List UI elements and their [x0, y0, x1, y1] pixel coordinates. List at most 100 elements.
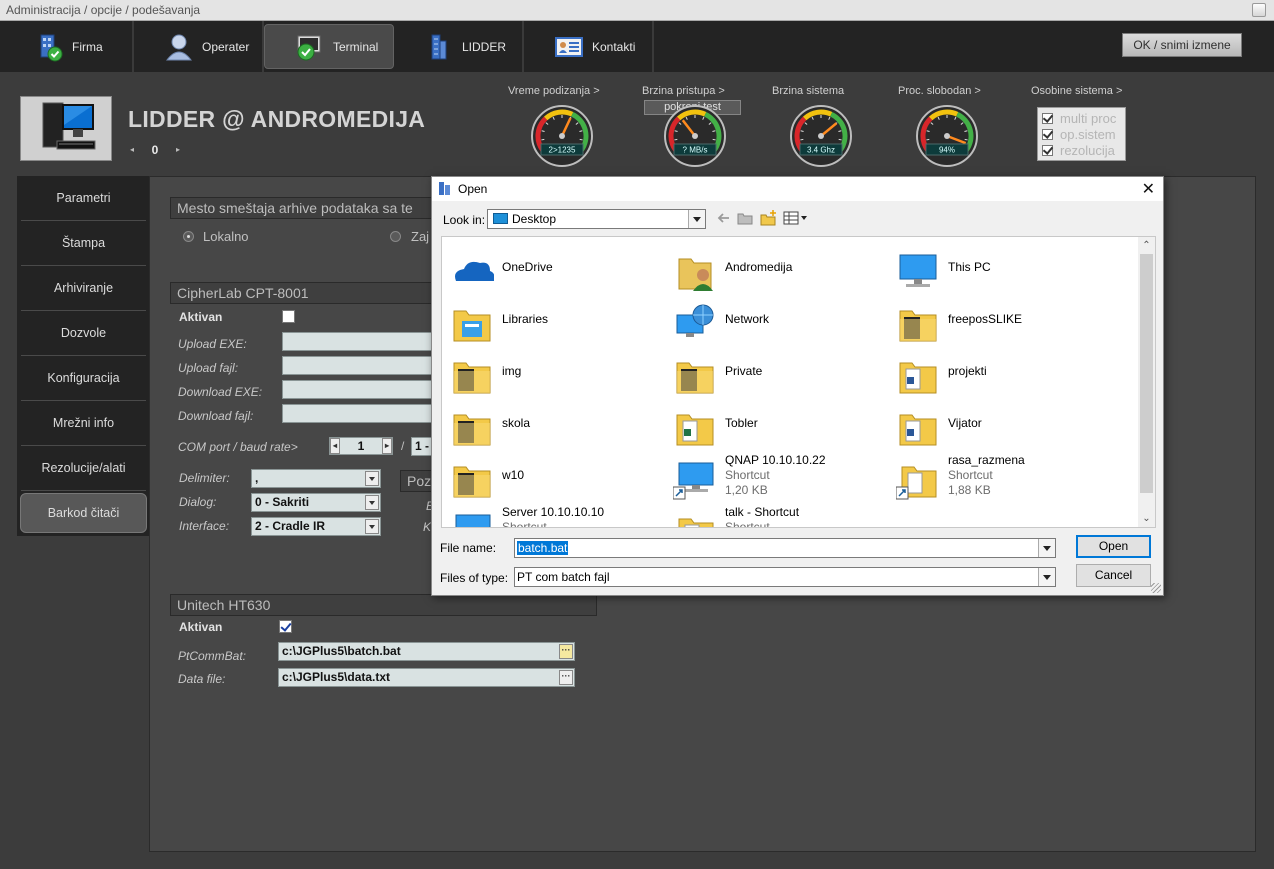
counter-stepper[interactable]: ◂ 0 ▸: [130, 142, 180, 157]
gauge-label-free[interactable]: Proc. slobodan >: [898, 85, 981, 97]
download-file-input[interactable]: [282, 404, 432, 423]
user-folder-icon: [678, 258, 713, 291]
file-list-item[interactable]: Libraries: [446, 295, 666, 347]
file-list-item[interactable]: QNAP 10.10.10.22 Shortcut 1,20 KB: [669, 451, 889, 503]
file-list: OneDrive Andromedija This PC Libraries Netwo…: [441, 236, 1156, 528]
chevron-down-icon[interactable]: [1038, 539, 1055, 557]
look-in-select[interactable]: Desktop: [487, 209, 706, 229]
baud-rate-select[interactable]: 1 -: [411, 437, 433, 456]
gauge-label-uptime[interactable]: Vreme podizanja >: [508, 85, 600, 97]
scrollbar-thumb[interactable]: [1140, 254, 1153, 493]
com-port-dec-icon[interactable]: ◂: [330, 438, 340, 454]
scroll-down-icon[interactable]: ⌄: [1138, 510, 1155, 527]
unitech-aktivan-checkbox[interactable]: [279, 620, 292, 633]
checkbox-icon: [1042, 144, 1053, 156]
file-list-item[interactable]: img: [446, 347, 666, 399]
radio-shared[interactable]: [390, 231, 401, 242]
window-control-button[interactable]: [1252, 3, 1266, 17]
sidemenu-item-mrezni-info[interactable]: Mrežni info: [21, 401, 146, 446]
sidemenu-item-arhiviranje[interactable]: Arhiviranje: [21, 266, 146, 311]
gauge-label-access[interactable]: Brzina pristupa >: [642, 85, 725, 97]
sysprops-list: multi proc op.sistem rezolucija: [1037, 107, 1126, 161]
com-port-stepper[interactable]: ◂ 1 ▸: [329, 437, 393, 455]
upload-exe-input[interactable]: [282, 332, 432, 351]
file-list-item[interactable]: Server 10.10.10.10 Shortcut: [446, 503, 666, 527]
ptcommbat-input[interactable]: c:\JGPlus5\batch.bat ···: [278, 642, 575, 661]
sysprop-resolution: rezolucija: [1042, 142, 1121, 158]
tab-operater[interactable]: Operater: [134, 21, 264, 72]
ok-save-button[interactable]: OK / snimi izmene: [1122, 33, 1242, 57]
file-list-item[interactable]: Private: [669, 347, 889, 399]
file-list-item[interactable]: OneDrive: [446, 243, 666, 295]
com-port-label: COM port / baud rate>: [178, 440, 298, 454]
gauge-tick: [712, 138, 716, 141]
file-list-item[interactable]: skola: [446, 399, 666, 451]
com-port-inc-icon[interactable]: ▸: [382, 438, 392, 454]
side-menu: Parametri Štampa Arhiviranje Dozvole Kon…: [17, 176, 150, 536]
counter-prev-icon[interactable]: ◂: [130, 145, 134, 154]
up-folder-icon[interactable]: [737, 210, 753, 226]
sidemenu-item-parametri[interactable]: Parametri: [21, 176, 146, 221]
libraries-folder-icon: [453, 310, 491, 342]
cipherlab-aktivan-checkbox[interactable]: [282, 310, 295, 323]
file-list-item[interactable]: Network: [669, 295, 889, 347]
back-arrow-icon[interactable]: [716, 210, 732, 226]
file-list-item[interactable]: Andromedija: [669, 243, 889, 295]
download-exe-input[interactable]: [282, 380, 432, 399]
file-list-item[interactable]: Vijator: [892, 399, 1112, 451]
chevron-down-icon[interactable]: [365, 519, 379, 534]
close-icon[interactable]: ✕: [1142, 179, 1155, 199]
file-list-item[interactable]: freeposSLIKE: [892, 295, 1112, 347]
chevron-down-icon[interactable]: [1038, 568, 1055, 586]
browse-ellipsis-icon[interactable]: ···: [559, 644, 573, 659]
folder-shortcut-icon: [678, 518, 714, 527]
upload-file-input[interactable]: [282, 356, 432, 375]
file-list-item[interactable]: rasa_razmena Shortcut 1,88 KB: [892, 451, 1112, 503]
gauge-readout: 94%: [939, 146, 955, 155]
sidemenu-item-stampa[interactable]: Štampa: [21, 221, 146, 266]
sidemenu-item-barkod[interactable]: Barkod čitači: [20, 493, 147, 533]
tab-terminal[interactable]: Terminal: [264, 24, 394, 69]
open-button[interactable]: Open: [1076, 535, 1151, 558]
tab-firma[interactable]: Firma: [4, 21, 134, 72]
folder-shortcut-icon: [896, 466, 937, 500]
file-name-input[interactable]: batch.bat: [514, 538, 1056, 558]
upload-exe-label: Upload EXE:: [178, 337, 247, 351]
file-list-item[interactable]: projekti: [892, 347, 1112, 399]
resize-grip-icon[interactable]: [1151, 583, 1161, 593]
file-list-item[interactable]: talk - Shortcut Shortcut: [669, 503, 889, 527]
file-type-select[interactable]: PT com batch fajl: [514, 567, 1056, 587]
file-list-item[interactable]: This PC: [892, 243, 1112, 295]
chevron-down-icon[interactable]: [365, 471, 379, 486]
chevron-down-icon[interactable]: [688, 210, 705, 228]
browse-ellipsis-icon[interactable]: ···: [559, 670, 573, 685]
new-folder-icon[interactable]: [760, 210, 778, 226]
view-menu-icon[interactable]: [783, 210, 809, 226]
file-list-item[interactable]: w10: [446, 451, 666, 503]
radio-local[interactable]: [183, 231, 194, 242]
file-item-name: QNAP 10.10.10.22: [725, 453, 826, 467]
dialog-select[interactable]: 0 - Sakriti: [251, 493, 381, 512]
scroll-up-icon[interactable]: ⌃: [1138, 237, 1155, 254]
delimiter-label: Delimiter:: [179, 471, 230, 485]
tab-kontakti[interactable]: Kontakti: [524, 21, 654, 72]
delimiter-select[interactable]: ,: [251, 469, 381, 488]
sysprops-label[interactable]: Osobine sistema >: [1031, 85, 1122, 97]
sidemenu-item-dozvole[interactable]: Dozvole: [21, 311, 146, 356]
tab-lidder[interactable]: LIDDER: [394, 21, 524, 72]
file-list-item[interactable]: Tobler: [669, 399, 889, 451]
sidemenu-item-konfiguracija[interactable]: Konfiguracija: [21, 356, 146, 401]
file-item-name: skola: [502, 416, 531, 430]
file-list-scrollbar[interactable]: ⌃ ⌄: [1138, 237, 1155, 527]
onedrive-cloud-icon: [455, 261, 494, 281]
unitech-aktivan-label: Aktivan: [179, 620, 223, 634]
interface-select[interactable]: 2 - Cradle IR: [251, 517, 381, 536]
cancel-button[interactable]: Cancel: [1076, 564, 1151, 587]
sidemenu-item-rezolucije[interactable]: Rezolucije/alati: [21, 446, 146, 491]
datafile-input[interactable]: c:\JGPlus5\data.txt ···: [278, 668, 575, 687]
chevron-down-icon[interactable]: [365, 495, 379, 510]
sysprop-multi-proc: multi proc: [1042, 110, 1121, 126]
counter-next-icon[interactable]: ▸: [176, 145, 180, 154]
checkbox-icon: [1042, 112, 1053, 124]
tab-kontakti-label: Kontakti: [592, 39, 636, 54]
